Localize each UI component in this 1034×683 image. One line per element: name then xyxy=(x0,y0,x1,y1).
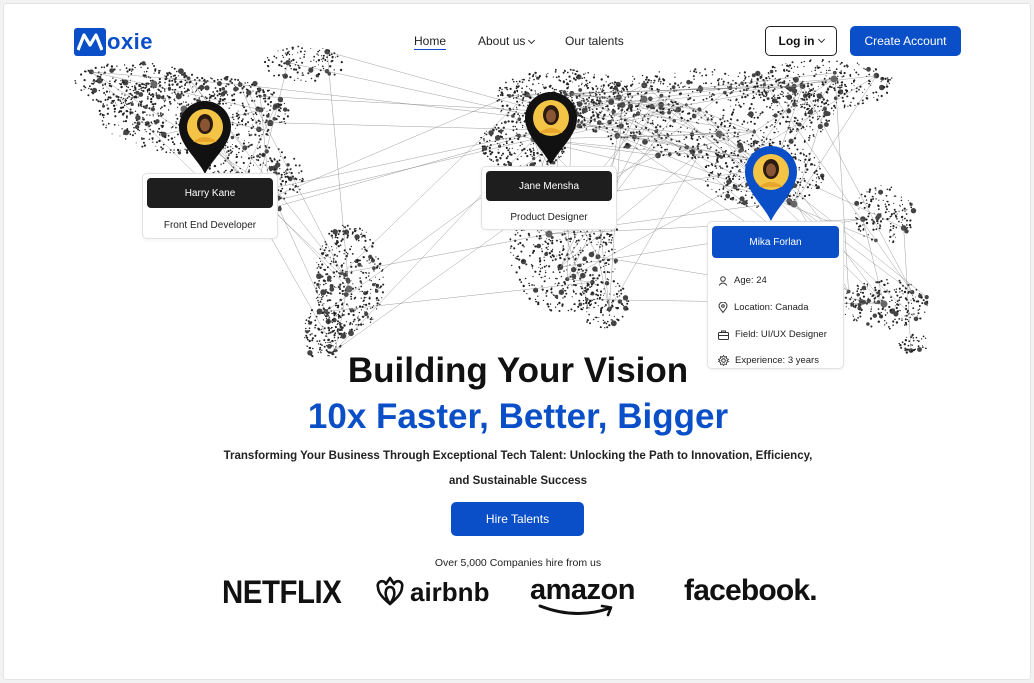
nav-about[interactable]: About us xyxy=(478,34,536,48)
talent-role: Front End Developer xyxy=(163,220,257,231)
talent-age: Age: 24 xyxy=(718,275,767,286)
world-network-map xyxy=(74,45,929,359)
field-value: UI/UX Designer xyxy=(760,329,827,340)
talent-field: Field: UI/UX Designer xyxy=(718,329,827,340)
logo-mark xyxy=(74,28,106,56)
page: oxie Home About us Our talents Log in Cr… xyxy=(3,3,1031,680)
amazon-logo: amazon xyxy=(530,574,635,617)
hero-title: Building Your Vision xyxy=(347,351,689,390)
companies-heading: Over 5,000 Companies hire from us xyxy=(434,557,602,569)
airbnb-logo: airbnb xyxy=(374,574,489,610)
talent-location: Location: Canada xyxy=(718,302,808,313)
talent-name: Mika Forlan xyxy=(712,226,839,258)
chevron-down-icon xyxy=(817,35,825,43)
nav-talents[interactable]: Our talents xyxy=(565,34,624,48)
map-pin-icon xyxy=(525,92,577,165)
location-label: Location: xyxy=(734,302,773,313)
amazon-smile-icon xyxy=(538,604,613,617)
talent-name: Jane Mensha xyxy=(486,171,612,201)
briefcase-icon xyxy=(718,330,729,340)
talent-card-harry[interactable]: Harry Kane Front End Developer xyxy=(142,173,278,239)
hero-tagline: 10x Faster, Better, Bigger xyxy=(307,397,729,436)
logo[interactable]: oxie xyxy=(74,28,153,56)
user-icon xyxy=(718,275,728,286)
login-label: Log in xyxy=(778,34,815,48)
nav-home[interactable]: Home xyxy=(414,34,447,50)
field-label: Field: xyxy=(735,329,759,340)
chevron-down-icon xyxy=(528,36,536,45)
talent-role: Product Designer xyxy=(510,212,588,223)
talent-card-jane[interactable]: Jane Mensha Product Designer xyxy=(481,166,617,230)
facebook-logo: facebook. xyxy=(684,574,818,607)
hire-talents-button[interactable]: Hire Talents xyxy=(451,502,584,536)
netflix-logo: NETFLIX xyxy=(222,574,342,610)
talent-card-mika[interactable]: Mika Forlan Age: 24 Location: Canada Fie… xyxy=(707,221,844,369)
airbnb-icon xyxy=(376,576,404,606)
hero-description-line1: Transforming Your Business Through Excep… xyxy=(223,450,813,462)
login-button[interactable]: Log in xyxy=(765,26,837,56)
airbnb-text: airbnb xyxy=(410,576,490,607)
create-account-button[interactable]: Create Account xyxy=(850,26,961,56)
map-pin-icon xyxy=(179,101,231,174)
age-value: 24 xyxy=(756,275,767,286)
logo-text: oxie xyxy=(107,29,154,54)
nav-about-label: About us xyxy=(478,34,526,48)
talent-name: Harry Kane xyxy=(147,178,273,208)
location-value: Canada xyxy=(775,302,809,313)
location-pin-icon xyxy=(718,302,728,313)
hero-description-line2: and Sustainable Success xyxy=(448,475,588,487)
amazon-text: amazon xyxy=(530,574,635,606)
age-label: Age: xyxy=(734,275,754,286)
map-pin-icon xyxy=(745,146,797,221)
